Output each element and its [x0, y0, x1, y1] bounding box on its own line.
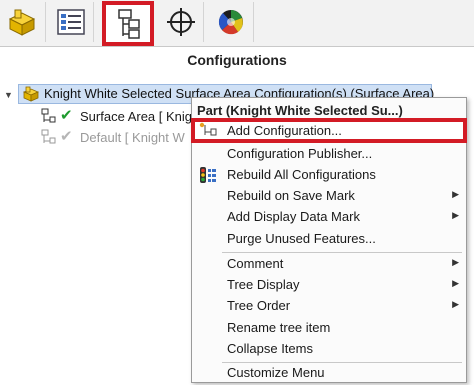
- part-icon: [22, 86, 40, 102]
- menu-item-label: Collapse Items: [227, 341, 313, 356]
- dimxpert-manager-tab[interactable]: [158, 2, 204, 42]
- manager-toolbar: [0, 0, 474, 47]
- property-manager-tab-icon: [56, 9, 85, 35]
- menu-item-rebuild-on-save[interactable]: Rebuild on Save Mark ▶: [193, 185, 465, 206]
- tree-item-label: Default [ Knight W: [80, 130, 185, 145]
- menu-item-label: Tree Display: [227, 277, 300, 292]
- context-menu-header: Part (Knight White Selected Su...): [197, 103, 403, 118]
- configuration-icon: [41, 129, 56, 144]
- menu-item-add-configuration[interactable]: Add Configuration...: [191, 118, 467, 143]
- menu-item-tree-display[interactable]: Tree Display ▶: [193, 274, 465, 295]
- configuration-manager-tab-icon: [118, 8, 140, 39]
- inactive-check-icon: ✔: [60, 128, 73, 145]
- panel-title: Configurations: [187, 52, 287, 68]
- display-manager-tab-icon: [218, 10, 243, 35]
- menu-item-label: Purge Unused Features...: [227, 231, 376, 246]
- menu-item-purge-unused[interactable]: Purge Unused Features...: [193, 228, 465, 249]
- configuration-manager-tab[interactable]: [102, 1, 154, 46]
- menu-item-add-display-data[interactable]: Add Display Data Mark ▶: [193, 206, 465, 227]
- submenu-arrow-icon: ▶: [452, 278, 459, 288]
- menu-item-comment[interactable]: Comment ▶: [193, 253, 465, 274]
- menu-item-collapse-items[interactable]: Collapse Items: [193, 338, 465, 359]
- submenu-arrow-icon: ▶: [452, 210, 459, 220]
- property-manager-tab[interactable]: [48, 2, 94, 42]
- collapse-arrow-icon[interactable]: ▼: [4, 90, 13, 100]
- menu-item-tree-order[interactable]: Tree Order ▶: [193, 295, 465, 316]
- display-manager-tab[interactable]: [208, 2, 254, 42]
- menu-item-label: Rebuild All Configurations: [227, 167, 376, 182]
- menu-item-label: Configuration Publisher...: [227, 146, 373, 161]
- menu-item-label: Tree Order: [227, 298, 291, 313]
- submenu-arrow-icon: ▶: [452, 299, 459, 309]
- traffic-light-icon: [200, 167, 216, 183]
- menu-item-rebuild-all[interactable]: Rebuild All Configurations: [193, 164, 465, 185]
- feature-manager-tab[interactable]: [0, 2, 46, 42]
- menu-item-label: Customize Menu: [227, 365, 325, 380]
- menu-item-label: Rename tree item: [227, 320, 331, 335]
- submenu-arrow-icon: ▶: [452, 257, 459, 267]
- menu-item-configuration-publisher[interactable]: Configuration Publisher...: [193, 143, 465, 164]
- tree-item-label: Surface Area [ Knight: [80, 109, 203, 124]
- menu-item-rename-tree-item[interactable]: Rename tree item: [193, 317, 465, 338]
- menu-item-label: Rebuild on Save Mark: [227, 188, 355, 203]
- dimxpert-manager-tab-icon: [166, 8, 195, 36]
- context-menu: Part (Knight White Selected Su...) Add C…: [191, 97, 467, 383]
- feature-manager-tab-icon: [8, 9, 35, 36]
- active-check-icon: ✔: [60, 107, 73, 124]
- menu-item-label: Comment: [227, 256, 284, 271]
- submenu-arrow-icon: ▶: [452, 189, 459, 199]
- add-configuration-icon: [199, 122, 217, 136]
- menu-item-customize-menu[interactable]: Customize Menu: [193, 362, 465, 383]
- menu-item-label: Add Configuration...: [227, 123, 342, 138]
- menu-item-label: Add Display Data Mark: [227, 209, 360, 224]
- configuration-icon: [41, 108, 56, 123]
